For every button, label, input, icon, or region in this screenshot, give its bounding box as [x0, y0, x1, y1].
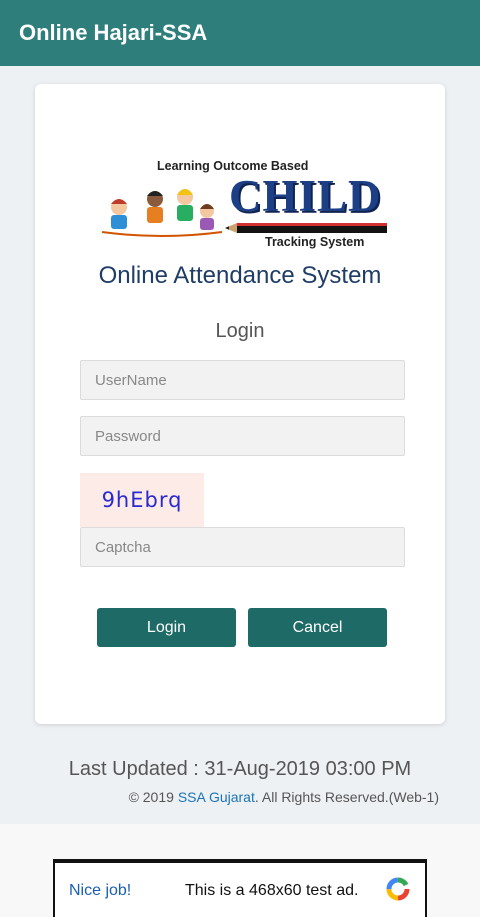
ad-text: This is a 468x60 test ad. [185, 882, 359, 899]
last-updated-text: Last Updated : 31-Aug-2019 03:00 PM [68, 758, 412, 780]
login-button[interactable]: Login [97, 608, 236, 647]
test-ad-banner[interactable]: Nice job! This is a 468x60 test ad. [53, 859, 427, 917]
app-title: Online Hajari-SSA [19, 20, 208, 45]
captcha-image: 9hEbrq [80, 473, 204, 527]
ad-logo-icon [386, 877, 410, 901]
app-bar: Online Hajari-SSA [0, 0, 480, 66]
child-tracking-logo: Learning Outcome Based CHILD Tracking Sy… [97, 157, 389, 257]
username-input[interactable] [80, 360, 405, 400]
logo-child-text: CHILD [229, 171, 382, 221]
pencil-icon [225, 223, 387, 233]
copyright-suffix: . All Rights Reserved.(Web-1) [254, 789, 439, 805]
system-title: Online Attendance System [98, 262, 382, 289]
ad-nice-text: Nice job! [69, 882, 132, 899]
logo-bottom-text: Tracking System [265, 235, 365, 249]
login-card: Learning Outcome Based CHILD Tracking Sy… [35, 84, 445, 724]
children-illustration-icon [101, 189, 223, 237]
copyright-prefix: © 2019 [128, 789, 178, 805]
captcha-input[interactable] [80, 527, 405, 567]
cancel-button[interactable]: Cancel [248, 608, 387, 647]
login-heading: Login [215, 320, 265, 342]
ssa-gujarat-link[interactable]: SSA Gujarat [178, 789, 255, 805]
password-input[interactable] [80, 416, 405, 456]
copyright-text: © 2019 SSA Gujarat. All Rights Reserved.… [129, 789, 439, 805]
